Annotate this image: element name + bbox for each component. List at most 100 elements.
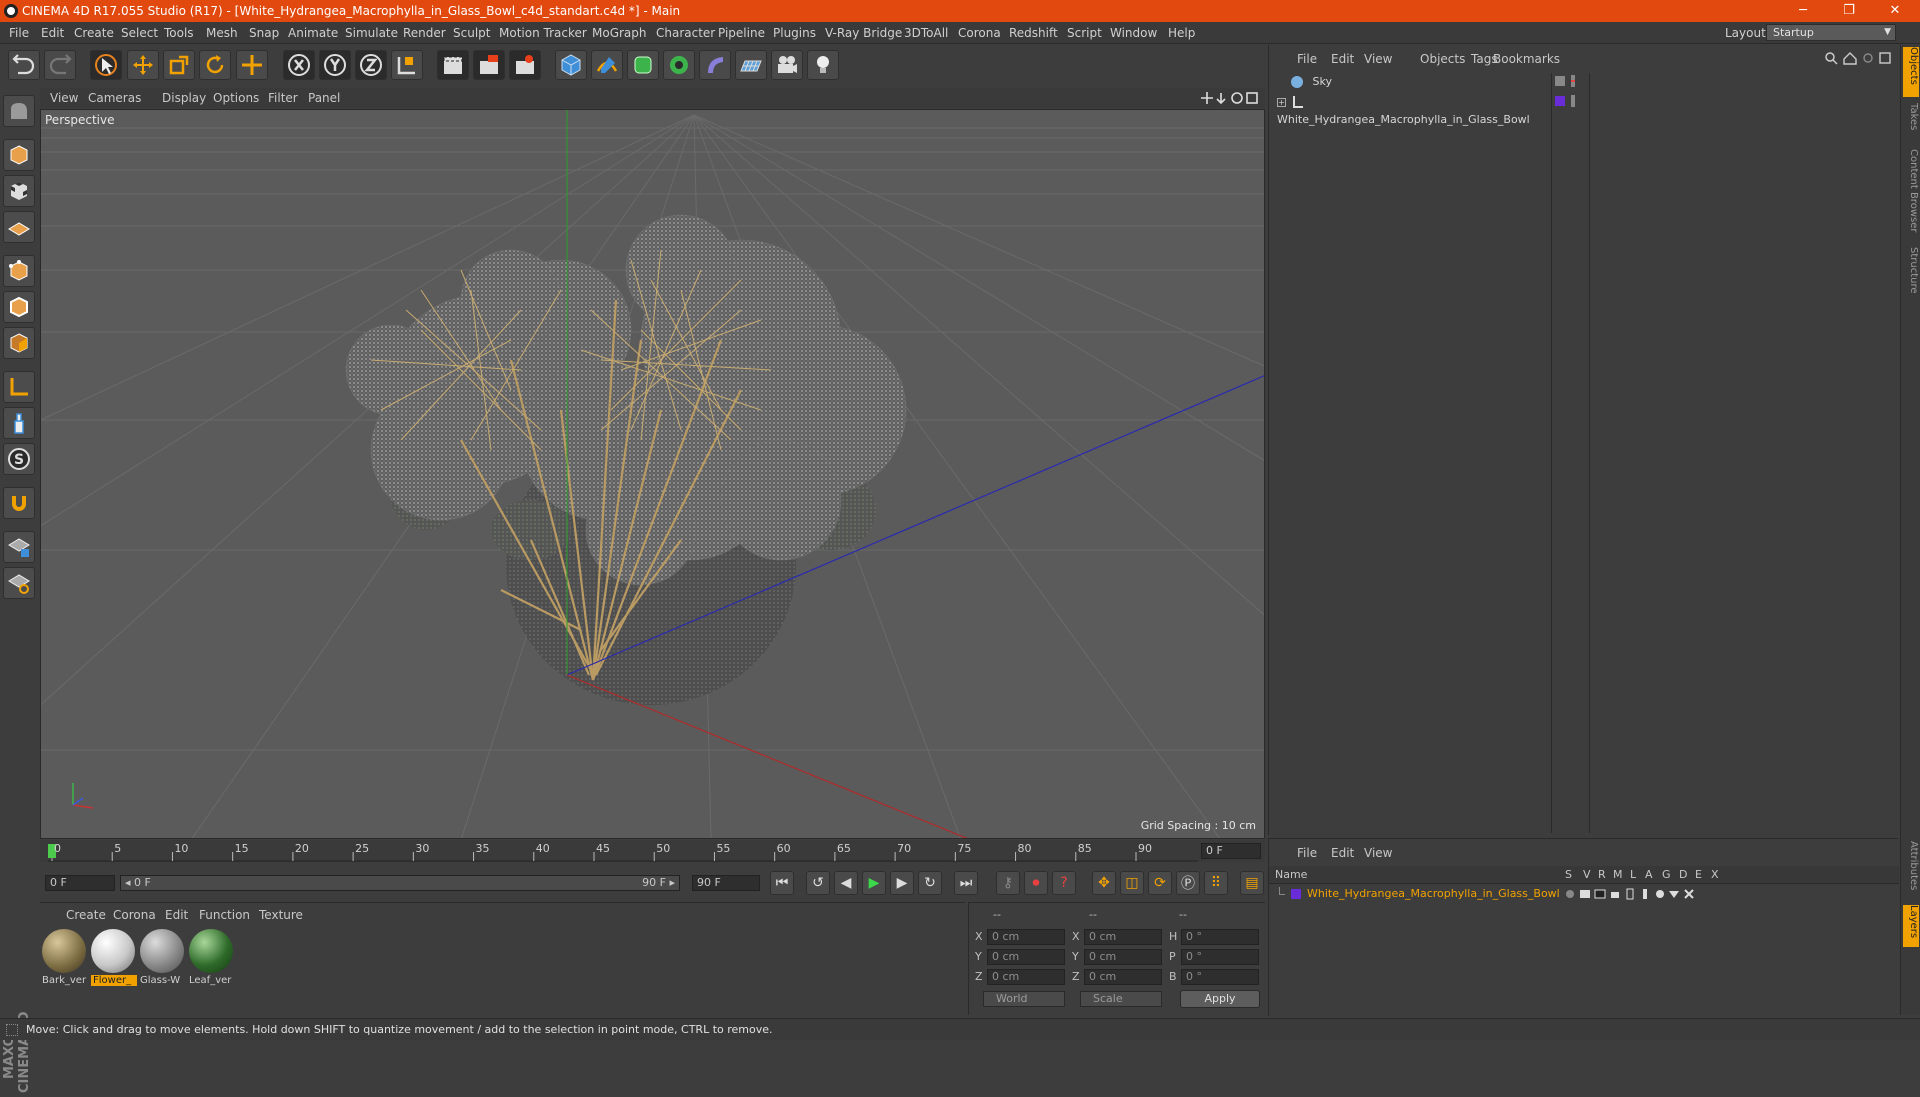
timeline-ruler[interactable]: 0 5 10 15 20 25 30 35 40 45 50 55 60 65 70 75 80 85 90 0 F [40,840,1265,862]
cube-object-button[interactable] [555,50,587,80]
live-selection-button[interactable] [90,50,122,80]
object-menu-file[interactable]: File [1297,52,1317,66]
viewport-menu-options[interactable]: Options [213,91,259,105]
material-menu-function[interactable]: Function [199,908,250,922]
menu-mograph[interactable]: MoGraph [592,26,647,40]
coordinate-system-button[interactable] [391,50,423,80]
material-menu-edit[interactable]: Edit [165,908,188,922]
y-axis-button[interactable] [319,50,351,80]
viewport-menu-display[interactable]: Display [162,91,206,105]
menu-window[interactable]: Window [1110,26,1157,40]
menu-snap[interactable]: Snap [249,26,279,40]
menu-select[interactable]: Select [121,26,158,40]
menu-motion-tracker[interactable]: Motion Tracker [499,26,587,40]
parameter-key-button[interactable]: Ⓟ [1176,871,1200,895]
menu-mesh[interactable]: Mesh [206,26,238,40]
object-row-sky[interactable]: Sky [1277,73,1547,91]
viewport-menu-cameras[interactable]: Cameras [88,91,141,105]
play-button[interactable]: ▶ [862,871,886,895]
tab-attributes[interactable]: Attributes [1903,841,1919,899]
subdivision-surface-button[interactable] [627,50,659,80]
viewport-nav-icons[interactable] [1201,91,1261,105]
rotation-h-field[interactable]: 0 ° [1181,929,1259,945]
material-menu-create[interactable]: Create [66,908,106,922]
record-keys-button[interactable]: ⚷ [996,871,1020,895]
layer-menu-edit[interactable]: Edit [1331,846,1354,860]
polygons-mode-button[interactable] [3,327,35,359]
size-z-field[interactable]: 0 cm [1084,969,1162,985]
layer-menu-view[interactable]: View [1364,846,1392,860]
end-frame-field[interactable]: 90 F [692,875,760,891]
object-panel-icons[interactable] [1824,51,1894,65]
visibility-toggle[interactable] [1555,76,1565,86]
restore-button[interactable]: ❐ [1826,0,1872,22]
rotation-p-field[interactable]: 0 ° [1181,949,1259,965]
object-menu-objects[interactable]: Objects [1420,52,1465,66]
object-menu-edit[interactable]: Edit [1331,52,1354,66]
keyframe-selection-button[interactable]: ? [1052,871,1076,895]
layer-color-swatch[interactable] [1291,889,1301,899]
material-menu-corona[interactable]: Corona [113,908,156,922]
menu-file[interactable]: File [9,26,29,40]
object-menu-view[interactable]: View [1364,52,1392,66]
menu-simulate[interactable]: Simulate [345,26,398,40]
menu-help[interactable]: Help [1168,26,1195,40]
previous-frame-button[interactable]: ◀ [834,871,858,895]
deformer-button[interactable] [699,50,731,80]
material-swatch[interactable]: Flower_ [91,929,137,989]
points-mode-button[interactable] [3,255,35,287]
model-mode-button[interactable] [3,139,35,171]
recent-tool-button[interactable] [236,50,268,80]
rotation-b-field[interactable]: 0 ° [1181,969,1259,985]
layer-menu-file[interactable]: File [1297,846,1317,860]
menu-render[interactable]: Render [403,26,446,40]
material-swatch[interactable]: Bark_ver [42,929,88,989]
light-button[interactable] [807,50,839,80]
position-x-field[interactable]: 0 cm [987,929,1065,945]
menu-tools[interactable]: Tools [164,26,194,40]
render-settings-button[interactable] [509,50,541,80]
layout-dropdown[interactable]: Startup ▼ [1766,24,1896,41]
menu-redshift[interactable]: Redshift [1009,26,1058,40]
locked-workplane-button[interactable] [3,531,35,563]
range-slider[interactable]: ◂ 0 F 90 F ▸ [120,875,680,891]
visibility-dots-icon[interactable] [1571,75,1575,87]
next-frame-button[interactable]: ▶ [890,871,914,895]
menu-character[interactable]: Character [656,26,715,40]
tab-objects[interactable]: Objects [1903,47,1919,97]
frame-ruler[interactable]: 0 5 10 15 20 25 30 35 40 45 50 55 60 65 70 75 80 85 90 [48,840,1198,862]
position-z-field[interactable]: 0 cm [987,969,1065,985]
spline-pen-button[interactable] [591,50,623,80]
tab-structure[interactable]: Structure [1903,247,1919,301]
scale-tool-button[interactable] [163,50,195,80]
autokey-button[interactable]: ⏺ [1024,871,1048,895]
render-view-button[interactable] [437,50,469,80]
move-tool-button[interactable] [127,50,159,80]
minimize-button[interactable]: ─ [1780,0,1826,22]
axis-mode-button[interactable] [3,371,35,403]
menu-animate[interactable]: Animate [288,26,338,40]
scale-key-button[interactable]: ◫ [1120,871,1144,895]
viewport-menu-filter[interactable]: Filter [268,91,298,105]
camera-button[interactable] [771,50,803,80]
menu-plugins[interactable]: Plugins [773,26,816,40]
snapping-button[interactable]: S [3,443,35,475]
point-level-key-button[interactable]: ⠿ [1204,871,1228,895]
expand-icon[interactable]: + [1277,97,1286,107]
object-row-hydrangea[interactable]: + White_Hydrangea_Macrophylla_in_Glass_B… [1277,93,1547,126]
magnet-button[interactable] [3,487,35,519]
timeline-window-button[interactable]: ▤ [1240,871,1264,895]
rotate-tool-button[interactable] [199,50,231,80]
tab-layers[interactable]: Layers [1903,905,1919,947]
visibility-dots-icon[interactable] [1571,95,1575,107]
menu-edit[interactable]: Edit [41,26,64,40]
z-axis-button[interactable] [355,50,387,80]
tab-content-browser[interactable]: Content Browser [1903,149,1919,241]
material-swatch[interactable]: Leaf_ver [189,929,235,989]
next-key-button[interactable]: ↻ [918,871,942,895]
menu-corona[interactable]: Corona [958,26,1001,40]
close-button[interactable]: ✕ [1872,0,1918,22]
object-menu-bookmarks[interactable]: Bookmarks [1493,52,1560,66]
material-swatch[interactable]: Glass-W [140,929,186,989]
layer-row[interactable]: White_Hydrangea_Macrophylla_in_Glass_Bow… [1269,885,1899,903]
